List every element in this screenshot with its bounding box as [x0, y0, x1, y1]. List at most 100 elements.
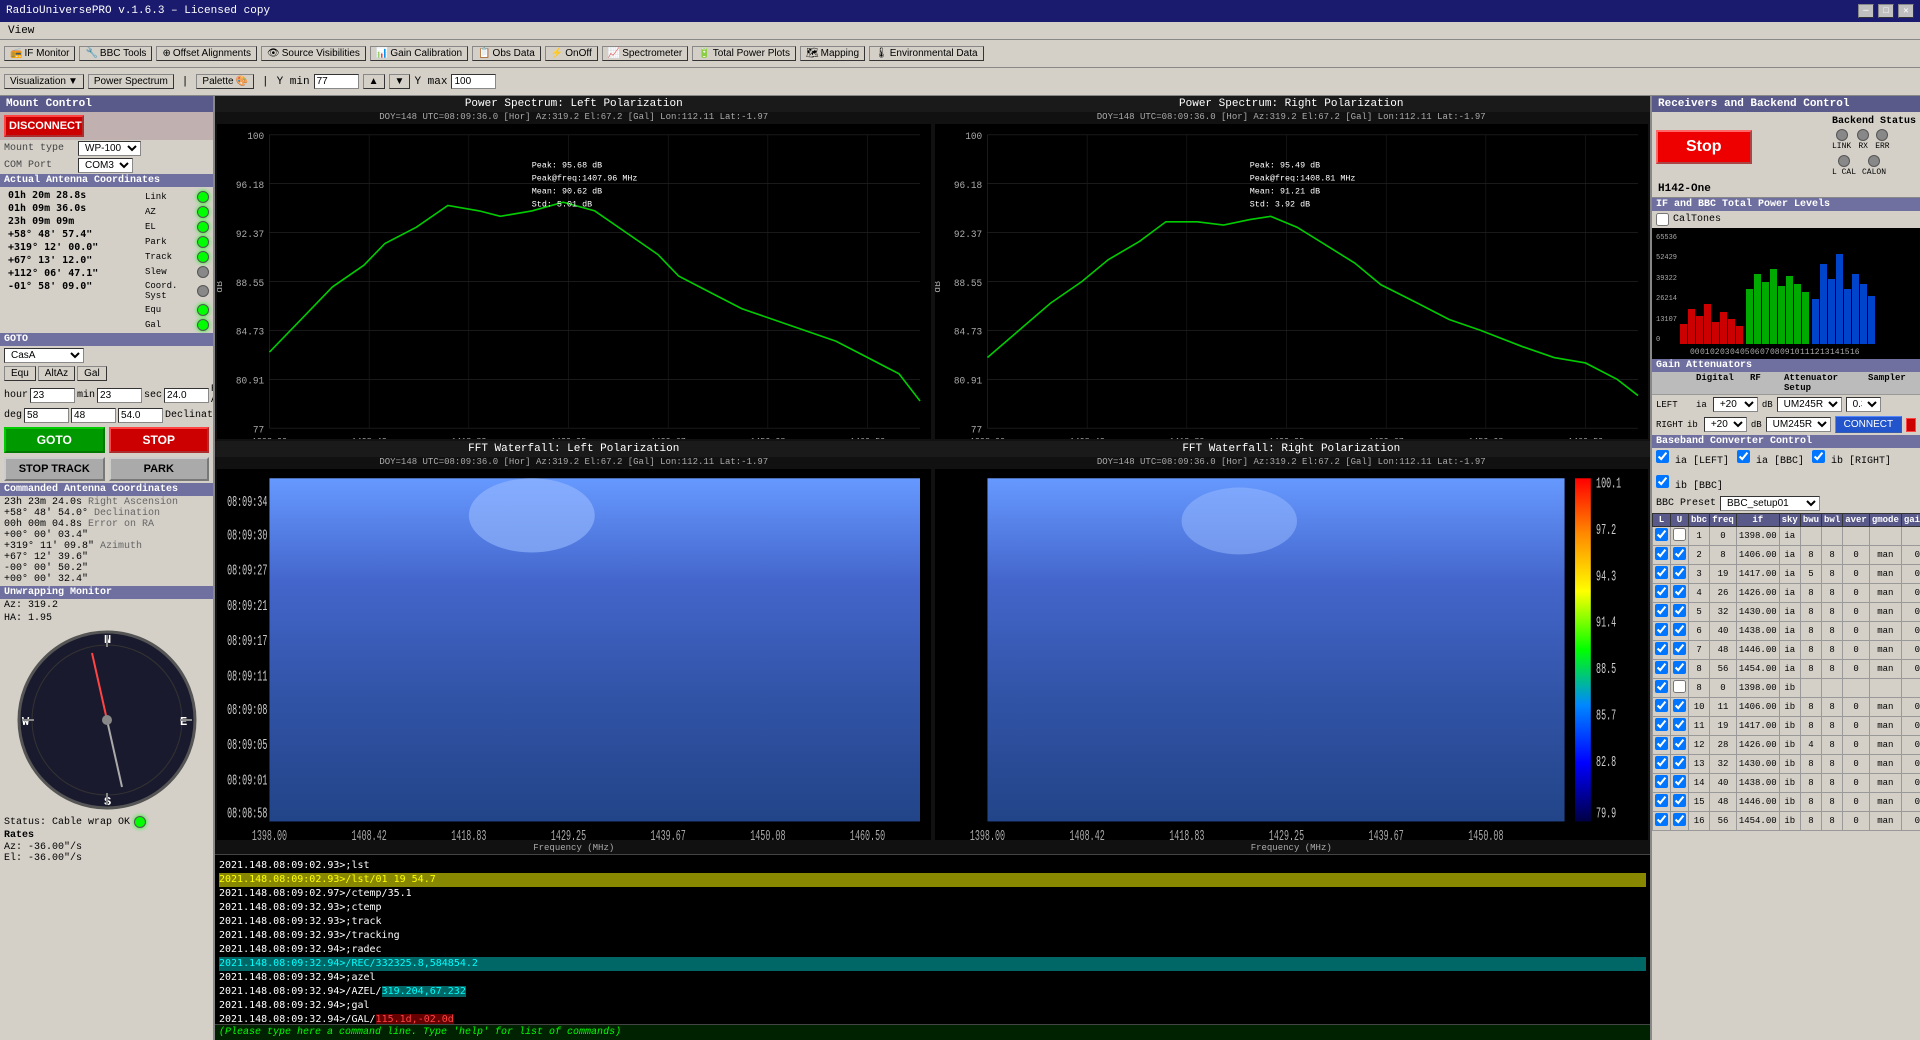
bbc-cell-7-0[interactable]	[1653, 660, 1671, 679]
toolbar-total-power[interactable]: 🔋 Total Power Plots	[692, 46, 796, 61]
bbc-cell-15-0[interactable]	[1653, 812, 1671, 831]
goto-tab-gal[interactable]: Gal	[77, 366, 107, 381]
minimize-btn[interactable]: ─	[1858, 4, 1874, 18]
ib-bbc-check[interactable]	[1656, 475, 1669, 488]
bbc-cell-14-1[interactable]	[1671, 793, 1689, 812]
bbc-check-5-1[interactable]	[1673, 623, 1686, 636]
ymax-input[interactable]	[451, 74, 496, 89]
bbc-check-0-1[interactable]	[1673, 528, 1686, 541]
toolbar-gain-calibration[interactable]: 📊 Gain Calibration	[370, 46, 468, 61]
ra-h-input[interactable]	[30, 388, 75, 403]
cal-tones-check[interactable]	[1656, 213, 1669, 226]
left-sampler-select[interactable]: 0.3	[1846, 397, 1881, 412]
connect-btn[interactable]: CONNECT	[1835, 416, 1902, 433]
bbc-cell-1-0[interactable]	[1653, 546, 1671, 565]
bbc-cell-3-0[interactable]	[1653, 584, 1671, 603]
toolbar-spectrometer[interactable]: 📈 Spectrometer	[602, 46, 688, 61]
ia-bbc-check[interactable]	[1737, 450, 1750, 463]
bbc-check-3-1[interactable]	[1673, 585, 1686, 598]
bbc-check-13-0[interactable]	[1655, 775, 1668, 788]
bbc-cell-8-1[interactable]	[1671, 679, 1689, 698]
bbc-cell-4-1[interactable]	[1671, 603, 1689, 622]
toolbar-if-monitor[interactable]: 📻 IF Monitor	[4, 46, 75, 61]
bbc-cell-6-0[interactable]	[1653, 641, 1671, 660]
terminal-input[interactable]: (Please type here a command line. Type '…	[215, 1024, 1650, 1040]
stop-btn[interactable]: STOP	[109, 427, 210, 453]
dec-s-input[interactable]	[118, 408, 163, 423]
bbc-cell-11-0[interactable]	[1653, 736, 1671, 755]
toolbar-onoff[interactable]: ⚡ OnOff	[545, 46, 598, 61]
toolbar-bbc-tools[interactable]: 🔧 BBC Tools	[79, 46, 152, 61]
bbc-cell-8-0[interactable]	[1653, 679, 1671, 698]
bbc-cell-11-1[interactable]	[1671, 736, 1689, 755]
bbc-check-0-0[interactable]	[1655, 528, 1668, 541]
ymin-down-btn[interactable]: ▼	[389, 74, 411, 89]
close-btn[interactable]: ✕	[1898, 4, 1914, 18]
ia-left-label[interactable]: ia [LEFT]	[1656, 450, 1729, 467]
bbc-cell-14-0[interactable]	[1653, 793, 1671, 812]
bbc-check-14-0[interactable]	[1655, 794, 1668, 807]
bbc-cell-0-0[interactable]	[1653, 527, 1671, 546]
bbc-check-7-1[interactable]	[1673, 661, 1686, 674]
ymin-up-btn[interactable]: ▲	[363, 74, 385, 89]
bbc-check-4-0[interactable]	[1655, 604, 1668, 617]
bbc-check-2-1[interactable]	[1673, 566, 1686, 579]
bbc-cell-10-0[interactable]	[1653, 717, 1671, 736]
bbc-check-10-0[interactable]	[1655, 718, 1668, 731]
bbc-check-14-1[interactable]	[1673, 794, 1686, 807]
bbc-cell-12-0[interactable]	[1653, 755, 1671, 774]
bbc-check-1-0[interactable]	[1655, 547, 1668, 560]
ra-m-input[interactable]	[97, 388, 142, 403]
com-port-select[interactable]: COM3	[78, 158, 133, 173]
bbc-check-13-1[interactable]	[1673, 775, 1686, 788]
bbc-check-15-1[interactable]	[1673, 813, 1686, 826]
bbc-cell-13-1[interactable]	[1671, 774, 1689, 793]
bbc-check-5-0[interactable]	[1655, 623, 1668, 636]
ra-s-input[interactable]	[164, 388, 209, 403]
bbc-check-9-1[interactable]	[1673, 699, 1686, 712]
ia-bbc-label[interactable]: ia [BBC]	[1737, 450, 1804, 467]
left-attenuator-select[interactable]: UM245R	[1777, 397, 1842, 412]
toolbar-offset-alignments[interactable]: ⊕ Offset Alignments	[156, 46, 257, 61]
visualization-btn[interactable]: Visualization ▼	[4, 74, 84, 89]
goto-tab-equ[interactable]: Equ	[4, 366, 36, 381]
bbc-cell-10-1[interactable]	[1671, 717, 1689, 736]
bbc-check-6-0[interactable]	[1655, 642, 1668, 655]
goto-preset-select[interactable]: CasA	[4, 348, 84, 363]
bbc-cell-12-1[interactable]	[1671, 755, 1689, 774]
bbc-check-10-1[interactable]	[1673, 718, 1686, 731]
bbc-check-4-1[interactable]	[1673, 604, 1686, 617]
bbc-check-9-0[interactable]	[1655, 699, 1668, 712]
dec-m-input[interactable]	[71, 408, 116, 423]
bbc-cell-9-0[interactable]	[1653, 698, 1671, 717]
toolbar-mapping[interactable]: 🗺 Mapping	[800, 46, 865, 61]
bbc-cell-2-1[interactable]	[1671, 565, 1689, 584]
bbc-check-2-0[interactable]	[1655, 566, 1668, 579]
bbc-cell-4-0[interactable]	[1653, 603, 1671, 622]
maximize-btn[interactable]: □	[1878, 4, 1894, 18]
bbc-cell-9-1[interactable]	[1671, 698, 1689, 717]
ib-right-check[interactable]	[1812, 450, 1825, 463]
bbc-check-1-1[interactable]	[1673, 547, 1686, 560]
bbc-cell-5-0[interactable]	[1653, 622, 1671, 641]
bbc-check-15-0[interactable]	[1655, 813, 1668, 826]
bbc-preset-select[interactable]: BBC_setup01	[1720, 496, 1820, 511]
bbc-check-11-1[interactable]	[1673, 737, 1686, 750]
left-digital-select[interactable]: +20	[1713, 397, 1758, 412]
bbc-check-8-1[interactable]	[1673, 680, 1686, 693]
right-attenuator-select[interactable]: UM245R	[1766, 417, 1831, 432]
ymin-input[interactable]	[314, 74, 359, 89]
bbc-check-6-1[interactable]	[1673, 642, 1686, 655]
goto-btn[interactable]: GOTO	[4, 427, 105, 453]
menu-view[interactable]: View	[4, 25, 38, 37]
toolbar-source-visibilities[interactable]: 👁 Source Visibilities	[261, 46, 366, 61]
bbc-check-3-0[interactable]	[1655, 585, 1668, 598]
ib-right-label[interactable]: ib [RIGHT]	[1812, 450, 1891, 467]
toolbar-env-data[interactable]: 🌡 Environmental Data	[869, 46, 984, 61]
palette-btn[interactable]: Palette 🎨	[196, 74, 254, 89]
stop-track-btn[interactable]: STOP TRACK	[4, 457, 105, 481]
right-digital-select[interactable]: +20	[1704, 417, 1747, 432]
bbc-cell-15-1[interactable]	[1671, 812, 1689, 831]
park-btn[interactable]: PARK	[109, 457, 210, 481]
bbc-check-8-0[interactable]	[1655, 680, 1668, 693]
